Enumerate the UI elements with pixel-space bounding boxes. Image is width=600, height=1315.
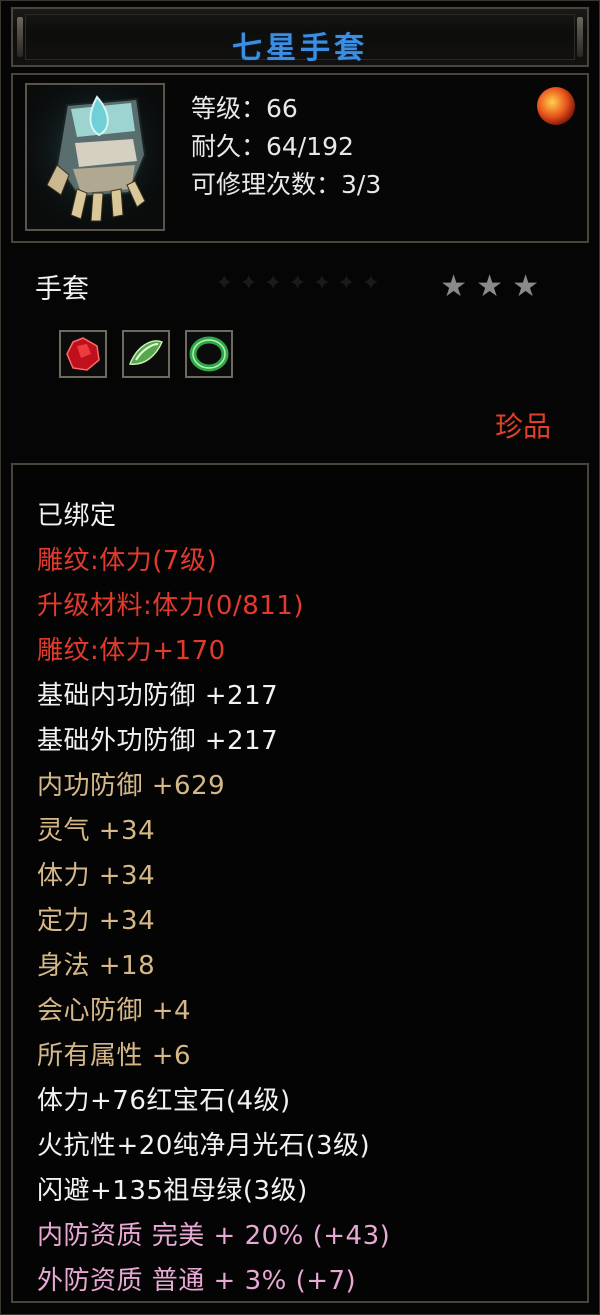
item-tooltip: 七星手套 等级：66 耐久：64/192 可修理次数：3/3 手套 ✦✦✦✦✦✦… bbox=[0, 0, 600, 1315]
rarity-label: 珍品 bbox=[494, 410, 551, 443]
item-name: 七星手套 bbox=[232, 31, 368, 66]
moonstone-gem-icon[interactable] bbox=[122, 330, 170, 378]
attribute-line: 已绑定 bbox=[37, 501, 117, 531]
attribute-line: 体力+76红宝石(4级) bbox=[37, 1086, 291, 1116]
ruby-gem-icon[interactable] bbox=[59, 330, 107, 378]
ruby-gem-art bbox=[66, 337, 100, 371]
title-bar: 七星手套 bbox=[11, 7, 589, 67]
attribute-line: 内防资质 完美 + 20% (+43) bbox=[37, 1221, 391, 1251]
moonstone-gem-art bbox=[128, 340, 163, 365]
attribute-line: 雕纹:体力(7级) bbox=[37, 546, 218, 576]
fire-orb-icon bbox=[537, 87, 575, 125]
attribute-line: 基础内功防御 +217 bbox=[37, 681, 279, 711]
attribute-line: 雕纹:体力+170 bbox=[37, 636, 226, 666]
attribute-line: 身法 +18 bbox=[37, 951, 156, 981]
item-header: 等级：66 耐久：64/192 可修理次数：3/3 bbox=[11, 73, 589, 243]
attribute-line: 定力 +34 bbox=[37, 906, 156, 936]
attribute-line: 火抗性+20纯净月光石(3级) bbox=[37, 1131, 371, 1161]
star-icon: ★ bbox=[440, 269, 467, 304]
emerald-ring-art bbox=[189, 336, 229, 372]
durability-stat: 耐久：64/192 bbox=[191, 132, 354, 161]
level-stat: 等级：66 bbox=[191, 94, 298, 123]
attribute-line: 会心防御 +4 bbox=[37, 996, 192, 1026]
attribute-line: 基础外功防御 +217 bbox=[37, 726, 279, 756]
attribute-line: 闪避+135祖母绿(3级) bbox=[37, 1176, 308, 1206]
attribute-line: 所有属性 +6 bbox=[37, 1041, 192, 1071]
star-icon: ★ bbox=[512, 269, 539, 304]
item-type: 手套 bbox=[35, 274, 89, 305]
faint-star-track: ✦✦✦✦✦✦✦ bbox=[215, 271, 387, 296]
attribute-line: 外防资质 普通 + 3% (+7) bbox=[37, 1266, 357, 1296]
gauntlet-icon-art bbox=[27, 85, 163, 229]
attribute-line: 体力 +34 bbox=[37, 861, 156, 891]
attribute-line: 灵气 +34 bbox=[37, 816, 156, 846]
star-rating: ★ ★ ★ bbox=[436, 269, 539, 304]
attribute-line: 内功防御 +629 bbox=[37, 771, 226, 801]
gauntlet-icon bbox=[25, 83, 165, 231]
star-icon: ★ bbox=[476, 269, 503, 304]
emerald-ring-icon[interactable] bbox=[185, 330, 233, 378]
attribute-line: 升级材料:体力(0/811) bbox=[37, 591, 304, 621]
attribute-panel: 已绑定 雕纹:体力(7级) 升级材料:体力(0/811) 雕纹:体力+170 基… bbox=[11, 463, 589, 1303]
repair-count-stat: 可修理次数：3/3 bbox=[191, 170, 382, 199]
